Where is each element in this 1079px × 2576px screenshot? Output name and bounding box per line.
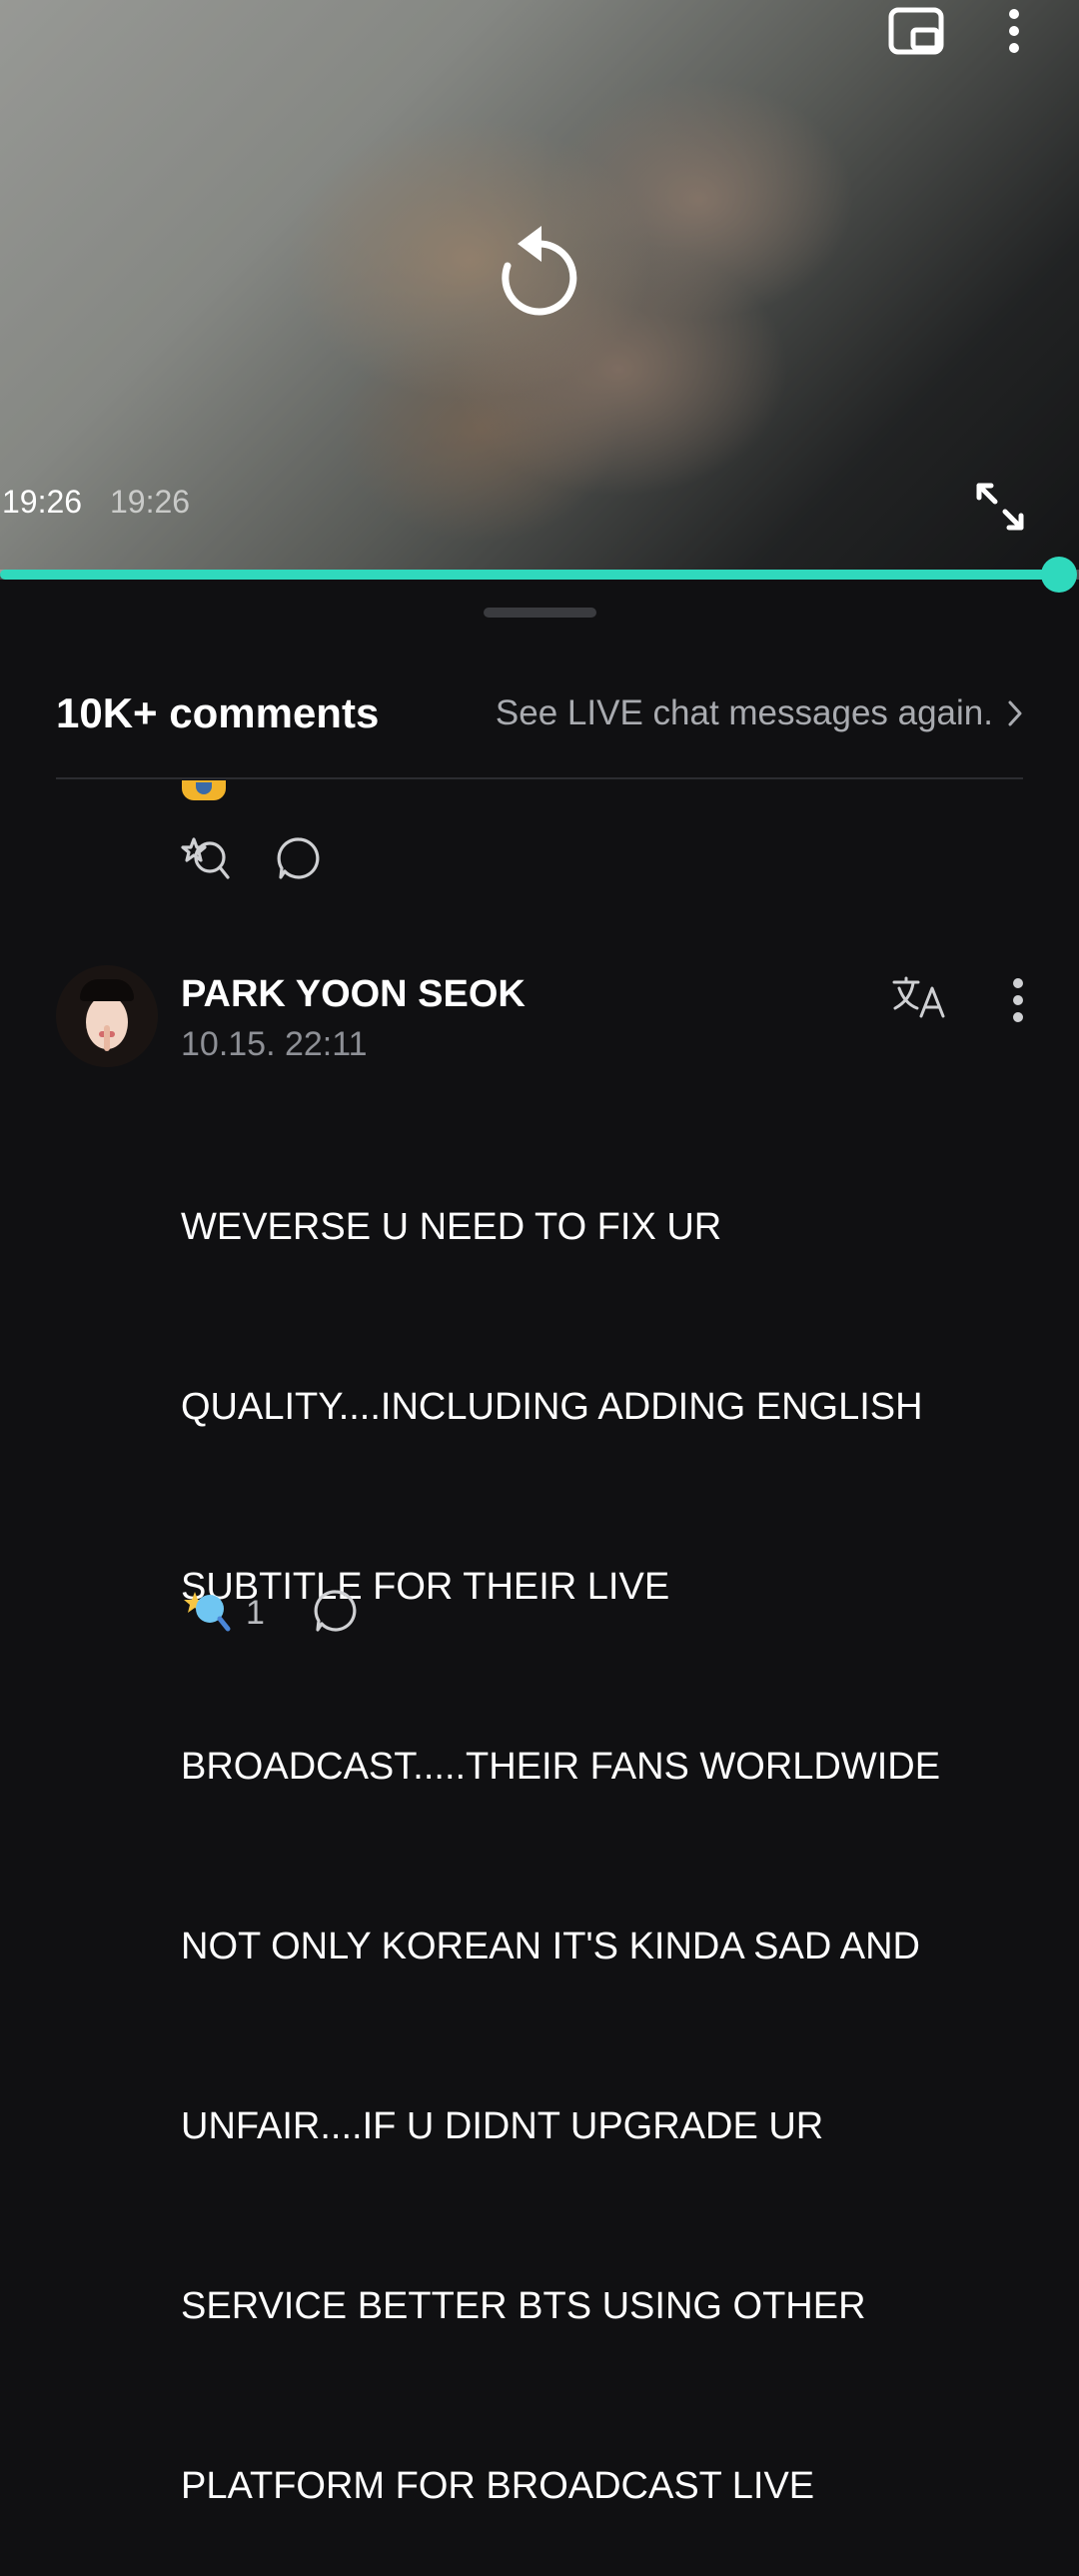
like-count: 1 bbox=[246, 1594, 265, 1632]
replay-icon[interactable] bbox=[492, 218, 587, 327]
comment-body: WEVERSE U NEED TO FIX UR QUALITY....INCL… bbox=[181, 1077, 980, 2576]
comments-count-title: 10K+ comments bbox=[56, 689, 380, 736]
reply-icon[interactable] bbox=[313, 1588, 359, 1639]
comment-line: WEVERSE U NEED TO FIX UR bbox=[181, 1206, 722, 1248]
progress-thumb[interactable] bbox=[1041, 557, 1077, 593]
see-live-chat-link[interactable]: See LIVE chat messages again. bbox=[496, 693, 1023, 733]
comment-line: BROADCAST.....THEIR FANS WORLDWIDE bbox=[181, 1746, 941, 1788]
avatar[interactable] bbox=[56, 965, 158, 1067]
comment-line: PLATFORM FOR BROADCAST LIVE bbox=[181, 2465, 815, 2507]
comment-line: UNFAIR....IF U DIDNT UPGRADE UR bbox=[181, 2105, 824, 2147]
comment-line: NOT ONLY KOREAN IT'S KINDA SAD AND bbox=[181, 1926, 920, 1967]
progress-bar[interactable] bbox=[0, 557, 1079, 593]
reaction-icon[interactable] bbox=[182, 1587, 232, 1640]
comment-author[interactable]: PARK YOON SEOK bbox=[181, 973, 526, 1016]
comment-line: SERVICE BETTER BTS USING OTHER bbox=[181, 2285, 866, 2327]
avatar-finger bbox=[104, 1025, 110, 1051]
total-time: 19:26 bbox=[110, 484, 191, 520]
video-player[interactable]: 19:26 19:26 bbox=[0, 0, 1079, 574]
comment-line: QUALITY....INCLUDING ADDING ENGLISH bbox=[181, 1386, 923, 1428]
current-time: 19:26 bbox=[2, 484, 83, 520]
sheet-drag-handle[interactable] bbox=[484, 608, 596, 618]
progress-fill bbox=[0, 570, 1059, 580]
chevron-right-icon bbox=[1008, 700, 1022, 726]
comment-actions: 1 bbox=[182, 1587, 359, 1640]
comment-timestamp: 10.15. 22:11 bbox=[181, 1025, 368, 1063]
see-live-chat-label: See LIVE chat messages again. bbox=[495, 693, 993, 732]
more-vertical-icon[interactable] bbox=[1011, 977, 1025, 1028]
previous-comment-actions bbox=[180, 833, 322, 888]
translate-icon[interactable] bbox=[891, 975, 947, 1024]
reply-icon[interactable] bbox=[276, 835, 322, 886]
picture-in-picture-icon[interactable] bbox=[887, 6, 945, 61]
avatar-hair bbox=[80, 979, 134, 1001]
reaction-add-icon[interactable] bbox=[180, 833, 232, 888]
scream-emoji bbox=[182, 780, 226, 800]
fullscreen-icon[interactable] bbox=[973, 480, 1027, 539]
header-divider bbox=[56, 777, 1023, 779]
more-vertical-icon[interactable] bbox=[999, 6, 1029, 61]
